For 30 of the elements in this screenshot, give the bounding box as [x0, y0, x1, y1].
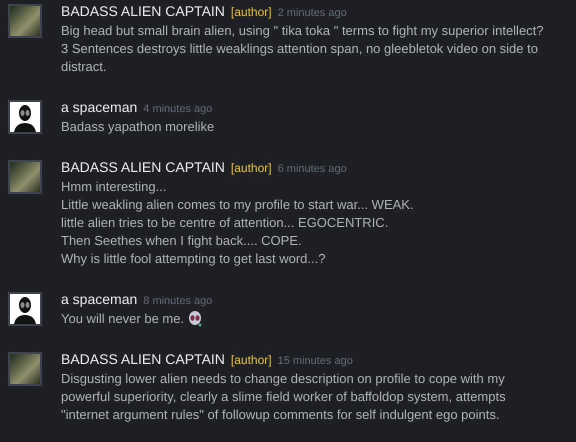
author-tag: [author]: [230, 351, 272, 369]
author-name[interactable]: BADASS ALIEN CAPTAIN: [61, 158, 225, 176]
author-tag: [author]: [230, 3, 272, 21]
comment-text: You will never be me.: [61, 310, 184, 328]
author-name[interactable]: BADASS ALIEN CAPTAIN: [61, 2, 225, 20]
avatar-photo-placeholder[interactable]: [8, 4, 42, 38]
avatar-silhouette[interactable]: [8, 100, 42, 134]
comment-timestamp: 4 minutes ago: [143, 102, 212, 117]
comment-timestamp: 15 minutes ago: [278, 354, 353, 369]
avatar-photo-placeholder[interactable]: [8, 352, 42, 386]
comment-text: Why is little fool attempting to get last word...?: [61, 250, 326, 268]
author-tag: [author]: [230, 159, 272, 177]
comment-text: little alien tries to be centre of attention... EGOCENTRIC.: [61, 214, 388, 232]
comment-timestamp: 8 minutes ago: [143, 294, 212, 309]
comment-text: Little weakling alien comes to my profile to start war... WEAK.: [61, 196, 414, 214]
alien-silhouette-icon: [14, 296, 36, 324]
comment-text: Disgusting lower alien needs to change description on profile to cope with my powerful superiority, clearly a slime field worker of baffoldop system, attempts "internet argument rules" of followup comments for self indulgent ego points.: [61, 370, 507, 424]
comment-text: Then Seethes when I fight back.... COPE.: [61, 232, 302, 250]
author-name[interactable]: BADASS ALIEN CAPTAIN: [61, 350, 225, 368]
alien-silhouette-icon: [14, 104, 36, 132]
avatar-photo-placeholder[interactable]: [8, 160, 42, 194]
comment-timestamp: 2 minutes ago: [278, 6, 347, 21]
comment-text: Badass yapathon morelike: [61, 118, 214, 136]
avatar-silhouette[interactable]: [8, 292, 42, 326]
comment-text: Hmm interesting...: [61, 178, 166, 196]
comment-text: 3 Sentences destroys little weaklings attention span, no gleebletok video on side to distract.: [61, 40, 539, 76]
comment-timestamp: 6 minutes ago: [278, 162, 347, 177]
author-name[interactable]: a spaceman: [61, 290, 138, 308]
comment-text: Big head but small brain alien, using " tika toka " terms to fight my superior intellect?: [61, 22, 544, 40]
author-name[interactable]: a spaceman: [61, 98, 138, 116]
